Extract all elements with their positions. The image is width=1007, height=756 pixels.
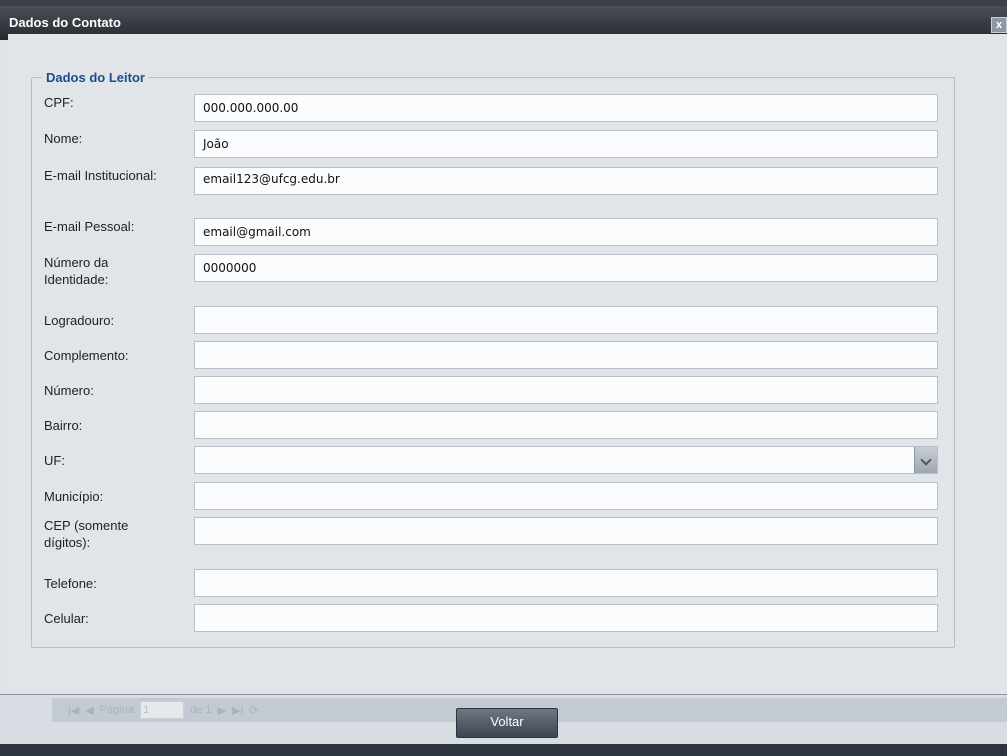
mobile-field[interactable] bbox=[194, 604, 938, 632]
chevron-down-icon[interactable] bbox=[914, 447, 937, 473]
next-page-icon: ▶ bbox=[217, 704, 226, 717]
complement-field[interactable] bbox=[194, 341, 938, 369]
dialog-title: Dados do Contato bbox=[9, 15, 121, 30]
street-field[interactable] bbox=[194, 306, 938, 334]
close-icon[interactable]: x bbox=[991, 17, 1007, 33]
state-label: UF: bbox=[44, 453, 65, 468]
cpf-field[interactable]: 000.000.000.00 bbox=[194, 94, 938, 122]
city-field[interactable] bbox=[194, 482, 938, 510]
refresh-icon: ⟳ bbox=[249, 704, 259, 717]
city-label: Município: bbox=[44, 489, 104, 504]
phone-label: Telefone: bbox=[44, 576, 97, 591]
personal-email-field[interactable]: email@gmail.com bbox=[194, 218, 938, 246]
pager-of-label: de 1 bbox=[190, 704, 212, 716]
contact-dialog: Dados do Contato x Dados do Leitor CPF: … bbox=[0, 6, 1007, 695]
reader-data-legend: Dados do Leitor bbox=[46, 70, 145, 85]
mobile-label: Celular: bbox=[44, 611, 89, 626]
personal-email-label: E-mail Pessoal: bbox=[44, 219, 135, 234]
district-field[interactable] bbox=[194, 411, 938, 439]
state-select[interactable] bbox=[194, 446, 938, 474]
zip-label: CEP (somente dígitos): bbox=[44, 518, 129, 550]
street-label: Logradouro: bbox=[44, 313, 115, 328]
back-button[interactable]: Voltar bbox=[456, 708, 558, 738]
pager-page-label: Página bbox=[99, 704, 135, 716]
zip-field[interactable] bbox=[194, 517, 938, 545]
name-label: Nome: bbox=[44, 131, 83, 146]
identity-number-label: Número da Identidade: bbox=[44, 255, 109, 287]
institutional-email-field[interactable]: email123@ufcg.edu.br bbox=[194, 167, 938, 195]
institutional-email-label: E-mail Institucional: bbox=[44, 168, 157, 183]
cpf-label: CPF: bbox=[44, 95, 74, 110]
complement-label: Complemento: bbox=[44, 348, 129, 363]
background-bottom-bar bbox=[0, 744, 1007, 756]
phone-field[interactable] bbox=[194, 569, 938, 597]
first-page-icon: |◀ bbox=[68, 704, 80, 717]
district-label: Bairro: bbox=[44, 418, 83, 433]
number-label: Número: bbox=[44, 383, 94, 398]
identity-number-field[interactable]: 0000000 bbox=[194, 254, 938, 282]
dialog-body: Dados do Leitor CPF: 000.000.000.00 Nome… bbox=[8, 34, 1007, 694]
last-page-icon: ▶| bbox=[231, 704, 244, 717]
pager-page-input: 1 bbox=[140, 701, 185, 719]
name-field[interactable]: João bbox=[194, 130, 938, 158]
number-field[interactable] bbox=[194, 376, 938, 404]
prev-page-icon: ◀ bbox=[85, 704, 94, 717]
